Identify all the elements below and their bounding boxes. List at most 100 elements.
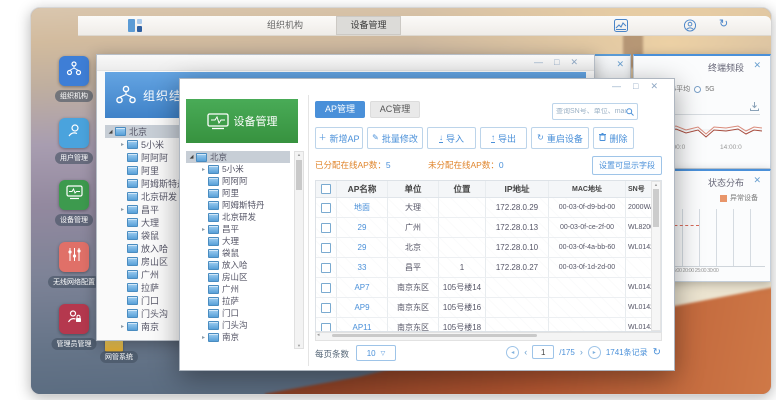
tree-node[interactable]: ▸ 阿姆斯特丹: [198, 199, 290, 211]
next-page-button[interactable]: ›: [580, 347, 583, 357]
launcher-label: 用户管理: [55, 152, 93, 164]
column-header[interactable]: IP地址: [486, 181, 549, 197]
refresh-icon[interactable]: ↻: [719, 18, 733, 31]
minimize-icon[interactable]: —: [534, 56, 543, 69]
folder-icon: [208, 297, 219, 306]
expander-icon[interactable]: ▸: [200, 334, 207, 341]
close-icon[interactable]: ✕: [570, 56, 578, 69]
tree-node[interactable]: ▸ 5小米: [198, 163, 290, 175]
table-row[interactable]: AP7 南京东区 105号楼14 WL014210F328000: [316, 278, 661, 298]
ap-name-link[interactable]: 33: [337, 258, 388, 277]
row-checkbox[interactable]: [321, 303, 331, 313]
page-size-select[interactable]: 10▽: [356, 345, 396, 361]
ap-name-link[interactable]: 地面: [337, 198, 388, 217]
table-row[interactable]: AP9 南京东区 105号楼16 WL014210F328000: [316, 298, 661, 318]
column-header[interactable]: 位置: [439, 181, 486, 197]
app-logo-icon[interactable]: [128, 19, 142, 32]
search-input[interactable]: [553, 108, 626, 115]
expander-icon[interactable]: ◢: [107, 129, 114, 135]
page-input[interactable]: [532, 345, 554, 359]
tree-node[interactable]: ▸ 放入哈: [198, 259, 290, 271]
tab-ac-management[interactable]: AC管理: [370, 101, 420, 118]
row-checkbox[interactable]: [321, 323, 331, 333]
prev-page-button[interactable]: ‹: [524, 347, 527, 357]
tree-node[interactable]: ▸ 拉萨: [198, 295, 290, 307]
ap-name-link[interactable]: AP9: [337, 298, 388, 317]
tree-node[interactable]: ▸ 大理: [198, 235, 290, 247]
launcher-device-management[interactable]: [59, 180, 89, 210]
table-row[interactable]: 29 北京 172.28.0.10 00-03-0f-4a-bb-60 WL01…: [316, 238, 661, 258]
table-header-row: AP名称 单位 位置 IP地址 MAC地址 SN号: [316, 181, 661, 198]
search-icon[interactable]: [626, 103, 634, 121]
table-horizontal-scrollbar[interactable]: ◂: [315, 332, 662, 341]
launcher-user-management[interactable]: [59, 118, 89, 148]
row-checkbox[interactable]: [321, 263, 331, 273]
expander-icon[interactable]: ▸: [119, 323, 126, 330]
delete-button[interactable]: 删除: [593, 127, 634, 149]
launcher-wireless-config[interactable]: [59, 242, 89, 272]
account-icon[interactable]: [683, 19, 697, 32]
row-checkbox[interactable]: [321, 203, 331, 213]
column-header[interactable]: AP名称: [337, 181, 388, 197]
tree-scrollbar[interactable]: ▲▼: [294, 151, 304, 349]
tab-organization[interactable]: 组织机构: [259, 16, 311, 35]
tree-node[interactable]: ▸ 阿里: [198, 187, 290, 199]
table-vertical-scrollbar[interactable]: ▲: [651, 181, 661, 331]
maximize-icon[interactable]: □: [633, 81, 638, 92]
close-icon[interactable]: ✕: [753, 175, 761, 186]
batch-edit-button[interactable]: ✎批量修改: [367, 127, 423, 149]
close-icon[interactable]: ✕: [650, 81, 658, 92]
tab-ap-management[interactable]: AP管理: [315, 101, 365, 118]
tree-node[interactable]: ▸ 门头沟: [198, 319, 290, 331]
column-header[interactable]: 单位: [388, 181, 439, 197]
tree-node[interactable]: ▸ 袋鼠: [198, 247, 290, 259]
row-checkbox[interactable]: [321, 223, 331, 233]
close-icon[interactable]: ✕: [616, 59, 624, 70]
folder-icon: [127, 296, 138, 305]
row-checkbox[interactable]: [321, 243, 331, 253]
chart-icon[interactable]: [614, 19, 628, 32]
launcher-admin-management[interactable]: [59, 304, 89, 334]
set-visible-fields-button[interactable]: 设置可显示字段: [592, 156, 662, 175]
folder-icon: [127, 270, 138, 279]
launcher-org-structure[interactable]: [59, 56, 89, 86]
table-row[interactable]: 29 广州 172.28.0.13 00-03-0f-ce-2f-00 WL82…: [316, 218, 661, 238]
tree-root-node[interactable]: ◢ 北京: [186, 151, 290, 163]
maximize-icon[interactable]: □: [554, 56, 559, 69]
folder-icon: [127, 166, 138, 175]
tree-node[interactable]: ▸ 昌平: [198, 223, 290, 235]
expander-icon[interactable]: ▸: [200, 226, 207, 233]
expander-icon[interactable]: ▸: [200, 166, 207, 173]
restart-device-button[interactable]: ↻重启设备: [531, 127, 589, 149]
refresh-icon[interactable]: ↻: [653, 347, 661, 358]
table-row[interactable]: 33 昌平 1 172.28.0.27 00-03-0f-1d-2d-00: [316, 258, 661, 278]
select-all-checkbox[interactable]: [321, 184, 331, 194]
tab-device-management[interactable]: 设备管理: [336, 16, 401, 35]
table-row[interactable]: AP11 南京东区 105号楼18 WL014210F328000: [316, 318, 661, 332]
expander-icon[interactable]: ▸: [119, 141, 126, 148]
export-button[interactable]: ↑导出: [480, 127, 527, 149]
table-row[interactable]: 地面 大理 172.28.0.29 00-03-0f-d9-bd-00 2000…: [316, 198, 661, 218]
expander-icon[interactable]: ◢: [188, 154, 195, 160]
ap-name-link[interactable]: 29: [337, 218, 388, 237]
tree-node[interactable]: ▸ 房山区: [198, 271, 290, 283]
first-page-button[interactable]: ◂: [506, 346, 519, 359]
last-page-button[interactable]: ▸: [588, 346, 601, 359]
tree-node[interactable]: ▸ 南京: [198, 331, 290, 343]
ap-name-link[interactable]: AP7: [337, 278, 388, 297]
add-ap-button[interactable]: ＋新增AP: [315, 127, 363, 149]
ap-name-link[interactable]: AP11: [337, 318, 388, 332]
import-button[interactable]: ↓导入: [427, 127, 476, 149]
tree-node-label: 昌平: [222, 223, 239, 235]
column-header[interactable]: MAC地址: [549, 181, 626, 197]
tree-node[interactable]: ▸ 阿阿阿: [198, 175, 290, 187]
tree-node[interactable]: ▸ 广州: [198, 283, 290, 295]
row-checkbox[interactable]: [321, 283, 331, 293]
close-icon[interactable]: ✕: [753, 60, 761, 71]
minimize-icon[interactable]: —: [612, 81, 621, 92]
ap-name-link[interactable]: 29: [337, 238, 388, 257]
tree-node[interactable]: ▸ 北京研发: [198, 211, 290, 223]
expander-icon[interactable]: ▸: [119, 206, 126, 213]
tree-node[interactable]: ▸ 门口: [198, 307, 290, 319]
location-cell: 105号楼18: [439, 318, 486, 332]
